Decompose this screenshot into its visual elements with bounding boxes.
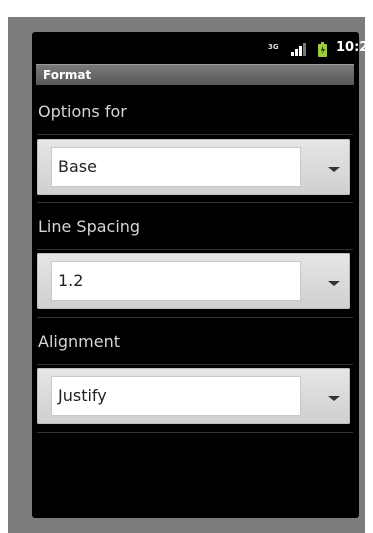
signal-strength-icon <box>291 43 306 56</box>
alignment-value: Justify <box>58 386 107 405</box>
options-for-label: Options for <box>38 102 127 121</box>
battery-icon <box>318 42 327 57</box>
alignment-select[interactable]: Justify <box>37 368 350 424</box>
divider <box>37 364 353 365</box>
dialog-title: Format <box>43 68 92 82</box>
options-for-select[interactable]: Base <box>37 139 350 195</box>
chevron-down-icon <box>328 396 340 401</box>
select-value-box: Justify <box>51 376 301 416</box>
line-spacing-value: 1.2 <box>58 271 84 290</box>
chevron-down-icon <box>328 167 340 172</box>
line-spacing-label: Line Spacing <box>38 217 141 236</box>
select-value-box: Base <box>51 147 301 187</box>
divider <box>37 134 353 135</box>
divider <box>37 317 353 318</box>
status-clock: 10:22 <box>336 40 373 55</box>
status-bar: 3G 10:22 <box>32 38 373 60</box>
select-value-box: 1.2 <box>51 261 301 301</box>
dialog-title-bar: Format <box>36 64 354 85</box>
divider <box>37 432 353 433</box>
network-type-icon: 3G <box>268 43 279 51</box>
options-for-value: Base <box>58 157 97 176</box>
divider <box>37 202 353 203</box>
chevron-down-icon <box>328 281 340 286</box>
divider <box>37 249 353 250</box>
alignment-label: Alignment <box>38 332 120 351</box>
line-spacing-select[interactable]: 1.2 <box>37 253 350 309</box>
